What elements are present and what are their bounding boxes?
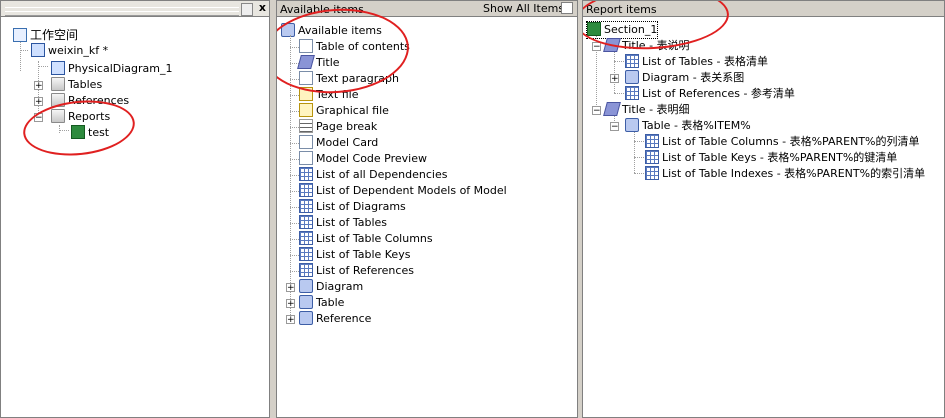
table-grid-icon xyxy=(645,150,659,164)
list-of-table-keys-item[interactable]: List of Table Keys - 表格%PARENT%的键清单 xyxy=(645,150,897,166)
book-icon xyxy=(299,279,313,293)
folder-icon xyxy=(51,77,65,91)
show-all-items-bar: Show All Items xyxy=(470,0,582,16)
available-item[interactable]: Model Card xyxy=(299,135,378,151)
code-preview-icon xyxy=(299,151,313,165)
tree-line xyxy=(290,143,299,144)
tree-line xyxy=(634,173,644,174)
workspace-tree: 工作空间 weixin_kf * PhysicalDiagram_1 + Tab… xyxy=(1,21,269,417)
tree-line xyxy=(290,271,299,272)
tree-line xyxy=(290,159,299,160)
tree-line xyxy=(290,111,299,112)
available-item[interactable]: List of Tables xyxy=(299,215,387,231)
available-item[interactable]: Graphical file xyxy=(299,103,389,119)
book-icon xyxy=(299,311,313,325)
title-node-2[interactable]: Title - 表明细 xyxy=(603,102,690,118)
tree-line xyxy=(290,95,299,96)
book-icon xyxy=(625,118,639,132)
show-all-items-checkbox[interactable] xyxy=(561,2,573,14)
physical-model-icon xyxy=(31,43,45,57)
tree-line xyxy=(290,239,299,240)
report-items-pane: Report items Section_1 − Title - 表说明 Lis… xyxy=(582,0,945,418)
collapse-table-toggle[interactable]: − xyxy=(610,122,619,132)
tree-line xyxy=(290,255,299,256)
expand-group-toggle[interactable]: + xyxy=(286,283,295,293)
available-item[interactable]: List of References xyxy=(299,263,414,279)
available-item[interactable]: List of Table Keys xyxy=(299,247,410,263)
tree-line xyxy=(614,61,624,62)
book-icon xyxy=(299,295,313,309)
model-node[interactable]: weixin_kf * xyxy=(31,43,108,59)
table-grid-icon xyxy=(299,199,313,213)
left-pane-header: x xyxy=(1,1,269,17)
diagram-node[interactable]: PhysicalDiagram_1 xyxy=(51,61,172,77)
card-icon xyxy=(299,135,313,149)
available-item[interactable]: List of Diagrams xyxy=(299,199,406,215)
tree-line xyxy=(614,93,624,94)
tree-line xyxy=(290,175,299,176)
table-grid-icon xyxy=(299,215,313,229)
table-grid-icon xyxy=(645,134,659,148)
table-grid-icon xyxy=(625,54,639,68)
table-grid-icon xyxy=(299,247,313,261)
table-grid-icon xyxy=(299,231,313,245)
workspace-node[interactable]: 工作空间 xyxy=(13,27,78,43)
close-button[interactable]: x xyxy=(259,1,266,14)
show-all-items-label: Show All Items xyxy=(483,2,565,15)
expand-group-toggle[interactable]: + xyxy=(286,315,295,325)
table-grid-icon xyxy=(299,167,313,181)
available-item[interactable]: Model Code Preview xyxy=(299,151,427,167)
list-of-references-item[interactable]: List of References - 参考清单 xyxy=(625,86,795,102)
table-grid-icon xyxy=(645,166,659,180)
expand-tables-toggle[interactable]: + xyxy=(34,81,43,91)
table-grid-icon xyxy=(299,263,313,277)
available-item[interactable]: List of all Dependencies xyxy=(299,167,447,183)
expand-references-toggle[interactable]: + xyxy=(34,97,43,107)
available-item[interactable]: List of Table Columns xyxy=(299,231,433,247)
tree-line xyxy=(290,127,299,128)
tree-line xyxy=(20,50,28,51)
tree-line xyxy=(38,66,48,67)
list-of-tables-item[interactable]: List of Tables - 表格清单 xyxy=(625,54,768,70)
list-of-table-indexes-item[interactable]: List of Table Indexes - 表格%PARENT%的索引清单 xyxy=(645,166,925,182)
graphic-file-icon xyxy=(299,103,313,117)
workspace-icon xyxy=(13,28,27,42)
table-grid-icon xyxy=(299,183,313,197)
table-item[interactable]: Table - 表格%ITEM% xyxy=(625,118,751,134)
workspace-tree-pane: x 工作空间 weixin_kf * PhysicalDiagram_1 + T… xyxy=(0,0,270,418)
pin-button[interactable] xyxy=(241,3,253,16)
tree-line xyxy=(290,223,299,224)
book-icon xyxy=(625,70,639,84)
pane-grip xyxy=(5,11,239,16)
table-grid-icon xyxy=(625,86,639,100)
tree-line xyxy=(634,157,644,158)
available-group[interactable]: Diagram xyxy=(299,279,363,295)
page-break-icon xyxy=(299,119,313,133)
list-of-table-columns-item[interactable]: List of Table Columns - 表格%PARENT%的列清单 xyxy=(645,134,920,150)
tree-line xyxy=(634,141,644,142)
tree-line xyxy=(290,207,299,208)
report-items-tree: Section_1 − Title - 表说明 List of Tables -… xyxy=(583,21,944,417)
tables-folder[interactable]: Tables xyxy=(51,77,102,93)
diagram-item[interactable]: Diagram - 表关系图 xyxy=(625,70,744,86)
available-group[interactable]: Table xyxy=(299,295,344,311)
available-group[interactable]: Reference xyxy=(299,311,371,327)
diagram-icon xyxy=(51,61,65,75)
available-item[interactable]: Page break xyxy=(299,119,377,135)
tree-line xyxy=(290,191,299,192)
title-icon xyxy=(603,102,621,116)
expand-group-toggle[interactable]: + xyxy=(286,299,295,309)
available-items-pane: Available items Available items Table of… xyxy=(276,0,578,418)
available-item[interactable]: List of Dependent Models of Model xyxy=(299,183,507,199)
expand-diagram-toggle[interactable]: + xyxy=(610,74,619,84)
collapse-title2-toggle[interactable]: − xyxy=(592,106,601,116)
